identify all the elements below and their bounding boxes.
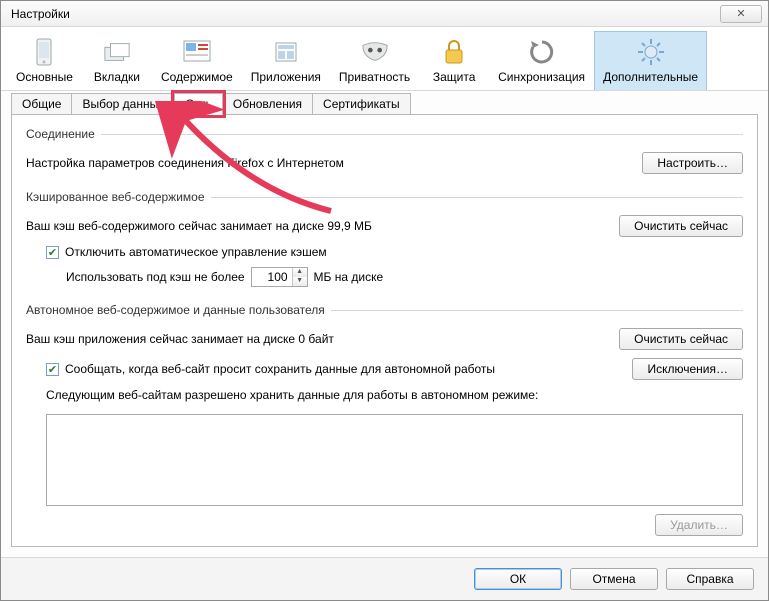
subtab-certificates[interactable]: Сертификаты: [312, 93, 411, 115]
cache-heading: Кэшированное веб-содержимое: [26, 188, 743, 207]
cache-usage-text: Ваш кэш веб-содержимого сейчас занимает …: [26, 219, 372, 233]
toolbar-item-sync[interactable]: Синхронизация: [489, 31, 594, 90]
spinner-up-icon[interactable]: ▲: [293, 268, 307, 277]
settings-window: Настройки ✕ Основные Вкладки Содержимое …: [0, 0, 769, 601]
mask-icon: [361, 38, 389, 66]
offline-notify-label: Сообщать, когда веб-сайт просит сохранит…: [65, 362, 495, 376]
titlebar: Настройки ✕: [1, 1, 768, 27]
connection-row: Настройка параметров соединения Firefox …: [26, 152, 743, 174]
content-icon: [183, 38, 211, 66]
toolbar-item-security[interactable]: Защита: [419, 31, 489, 90]
tabs-icon: [103, 38, 131, 66]
toolbar-item-general[interactable]: Основные: [7, 31, 82, 90]
ok-button[interactable]: ОК: [474, 568, 562, 590]
cache-limit-field[interactable]: [252, 268, 292, 286]
close-icon: ✕: [736, 7, 745, 20]
cache-override-checkbox[interactable]: ✔: [46, 246, 59, 259]
connection-description: Настройка параметров соединения Firefox …: [26, 156, 344, 170]
offline-clear-button[interactable]: Очистить сейчас: [619, 328, 743, 350]
spinner-down-icon[interactable]: ▼: [293, 277, 307, 286]
help-button[interactable]: Справка: [666, 568, 754, 590]
toolbar-item-applications[interactable]: Приложения: [242, 31, 330, 90]
subtab-network[interactable]: Сеть: [174, 93, 223, 115]
offline-notify-row: ✔ Сообщать, когда веб-сайт просит сохран…: [26, 358, 743, 380]
lock-icon: [440, 38, 468, 66]
toolbar-item-tabs[interactable]: Вкладки: [82, 31, 152, 90]
offline-remove-button: Удалить…: [655, 514, 743, 536]
spinner[interactable]: ▲▼: [292, 268, 307, 286]
toolbar-item-privacy[interactable]: Приватность: [330, 31, 419, 90]
toolbar-item-advanced[interactable]: Дополнительные: [594, 31, 707, 90]
toolbar-item-content[interactable]: Содержимое: [152, 31, 242, 90]
sync-icon: [528, 38, 556, 66]
applications-icon: [272, 38, 300, 66]
cache-limit-prefix: Использовать под кэш не более: [66, 270, 245, 284]
offline-sites-list[interactable]: [46, 414, 743, 506]
offline-notify-checkbox[interactable]: ✔: [46, 363, 59, 376]
network-panel: Соединение Настройка параметров соединен…: [11, 114, 758, 547]
cancel-button[interactable]: Отмена: [570, 568, 658, 590]
subtab-update[interactable]: Обновления: [222, 93, 313, 115]
window-title: Настройки: [11, 7, 70, 21]
phone-icon: [30, 38, 58, 66]
dialog-footer: ОК Отмена Справка: [1, 557, 768, 600]
cache-clear-button[interactable]: Очистить сейчас: [619, 215, 743, 237]
offline-remove-row: Удалить…: [26, 514, 743, 536]
offline-usage-row: Ваш кэш приложения сейчас занимает на ди…: [26, 328, 743, 350]
offline-heading: Автономное веб-содержимое и данные польз…: [26, 301, 743, 320]
offline-usage-text: Ваш кэш приложения сейчас занимает на ди…: [26, 332, 334, 346]
offline-exceptions-button[interactable]: Исключения…: [632, 358, 743, 380]
content-area: Общие Выбор данных Сеть Обновления Серти…: [1, 91, 768, 557]
sub-tab-strip: Общие Выбор данных Сеть Обновления Серти…: [11, 93, 758, 115]
subtab-general[interactable]: Общие: [11, 93, 72, 115]
cache-limit-input[interactable]: ▲▼: [251, 267, 308, 287]
cache-usage-row: Ваш кэш веб-содержимого сейчас занимает …: [26, 215, 743, 237]
cache-limit-row: Использовать под кэш не более ▲▼ МБ на д…: [26, 267, 743, 287]
connection-settings-button[interactable]: Настроить…: [642, 152, 743, 174]
category-toolbar: Основные Вкладки Содержимое Приложения П…: [1, 27, 768, 91]
gear-icon: [637, 38, 665, 66]
cache-override-label: Отключить автоматическое управление кэше…: [65, 245, 327, 259]
subtab-data-choices[interactable]: Выбор данных: [71, 93, 175, 115]
close-button[interactable]: ✕: [720, 5, 762, 23]
offline-list-label: Следующим веб-сайтам разрешено хранить д…: [26, 388, 743, 402]
connection-heading: Соединение: [26, 125, 743, 144]
cache-limit-suffix: МБ на диске: [314, 270, 384, 284]
cache-override-row: ✔ Отключить автоматическое управление кэ…: [26, 245, 743, 259]
